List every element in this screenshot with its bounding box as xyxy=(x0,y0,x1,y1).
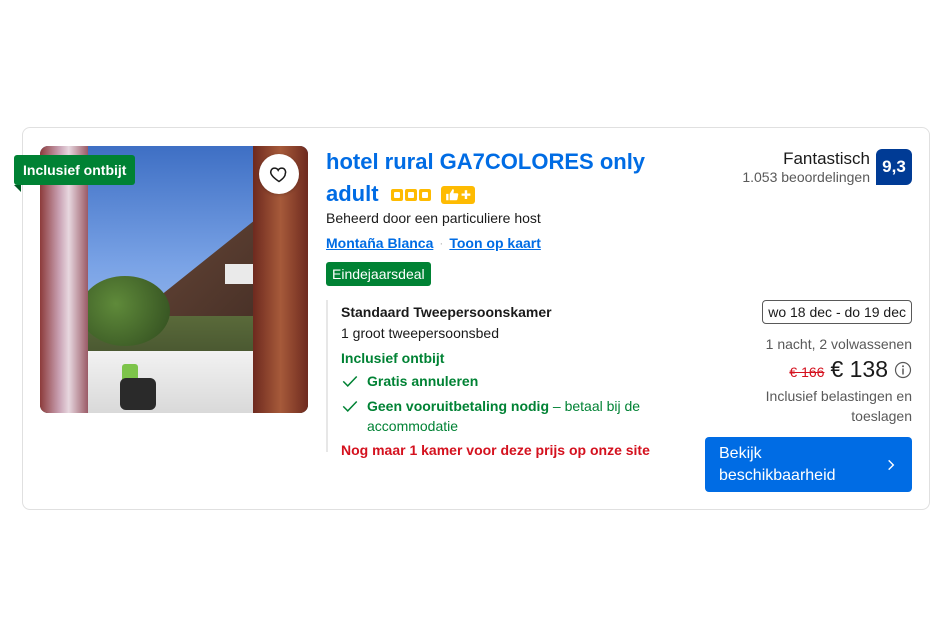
see-availability-button[interactable]: Bekijk beschikbaarheid xyxy=(705,437,912,492)
heart-icon xyxy=(270,167,287,183)
location-links: Montaña Blanca · Toon op kaart xyxy=(326,235,541,251)
deal-badge: Eindejaarsdeal xyxy=(326,262,431,286)
star-icon xyxy=(390,189,403,202)
host-info: Beheerd door een particuliere host xyxy=(326,210,541,226)
review-count: 1.053 beoordelingen xyxy=(742,169,870,185)
save-favorite-button[interactable] xyxy=(259,154,299,194)
scarcity-message: Nog maar 1 kamer voor deze prijs op onze… xyxy=(341,442,650,458)
price-row: € 166 € 138 xyxy=(789,356,912,383)
original-price: € 166 xyxy=(789,364,825,380)
star-icon xyxy=(418,189,431,202)
hotel-name[interactable]: hotel rural GA7COLORES only adult xyxy=(326,149,645,206)
check-icon xyxy=(342,400,358,412)
stay-length: 1 nacht, 2 volwassenen xyxy=(765,336,912,352)
info-icon[interactable] xyxy=(894,361,912,379)
chevron-right-icon xyxy=(888,459,895,470)
tax-info: Inclusief belastingen en toeslagen xyxy=(765,388,912,424)
preferred-partner-badge: ✚ xyxy=(440,186,475,205)
hotel-title[interactable]: hotel rural GA7COLORES only adult ✚ xyxy=(326,146,676,210)
review-summary[interactable]: Fantastisch 1.053 beoordelingen 9,3 xyxy=(742,149,912,185)
perk-free-cancellation: Gratis annuleren xyxy=(341,371,686,391)
review-score: 9,3 xyxy=(876,149,912,185)
breakfast-badge: Inclusief ontbijt xyxy=(14,155,136,192)
separator-dot: · xyxy=(439,236,444,250)
star-icon xyxy=(404,189,417,202)
room-details: Standaard Tweepersoonskamer 1 groot twee… xyxy=(326,300,686,458)
show-on-map-link[interactable]: Toon op kaart xyxy=(449,235,541,251)
location-link[interactable]: Montaña Blanca xyxy=(326,235,433,251)
photo-chair xyxy=(120,378,156,410)
thumbs-up-icon xyxy=(445,189,459,201)
plus-icon: ✚ xyxy=(460,188,471,203)
perk-text: Geen vooruitbetaling nodig – betaal bij … xyxy=(367,396,686,436)
room-name: Standaard Tweepersoonskamer xyxy=(341,304,552,320)
cta-label: Bekijk beschikbaarheid xyxy=(719,444,836,484)
perk-no-prepayment: Geen vooruitbetaling nodig – betaal bij … xyxy=(341,396,686,436)
check-icon xyxy=(342,375,358,387)
perk-text-bold: Geen vooruitbetaling nodig xyxy=(367,398,549,414)
photo-balcony-wall xyxy=(70,351,270,413)
current-price: € 138 xyxy=(830,356,888,382)
room-breakfast: Inclusief ontbijt xyxy=(341,350,445,366)
room-bed: 1 groot tweepersoonsbed xyxy=(341,325,499,341)
star-rating xyxy=(390,189,431,202)
stay-dates: wo 18 dec - do 19 dec xyxy=(762,300,912,324)
perk-text: Gratis annuleren xyxy=(367,373,479,389)
photo-door-left xyxy=(40,146,88,413)
review-word: Fantastisch xyxy=(783,149,870,168)
photo-tree xyxy=(80,276,170,346)
